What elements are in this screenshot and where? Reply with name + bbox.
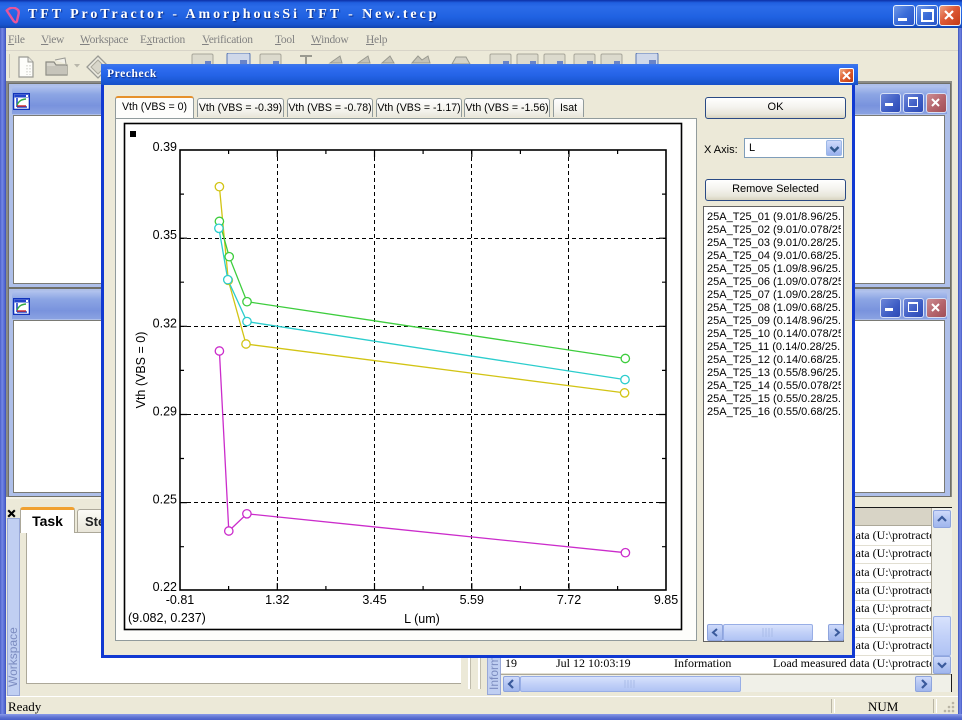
svg-text:(9.082, 0.237): (9.082, 0.237): [128, 611, 206, 625]
svg-text:3.45: 3.45: [362, 593, 386, 607]
svg-text:-0.81: -0.81: [166, 593, 195, 607]
svg-text:1.32: 1.32: [265, 593, 289, 607]
svg-text:7.72: 7.72: [557, 593, 581, 607]
svg-text:5.59: 5.59: [460, 593, 484, 607]
svg-text:Vth (VBS = 0): Vth (VBS = 0): [134, 332, 148, 409]
svg-text:0.29: 0.29: [153, 405, 177, 419]
svg-text:0.32: 0.32: [153, 316, 177, 330]
svg-text:0.25: 0.25: [153, 493, 177, 507]
svg-text:L (um): L (um): [404, 612, 440, 626]
svg-text:0.39: 0.39: [153, 140, 177, 154]
svg-text:0.22: 0.22: [153, 580, 177, 594]
svg-text:9.85: 9.85: [654, 593, 678, 607]
svg-text:0.35: 0.35: [153, 228, 177, 242]
